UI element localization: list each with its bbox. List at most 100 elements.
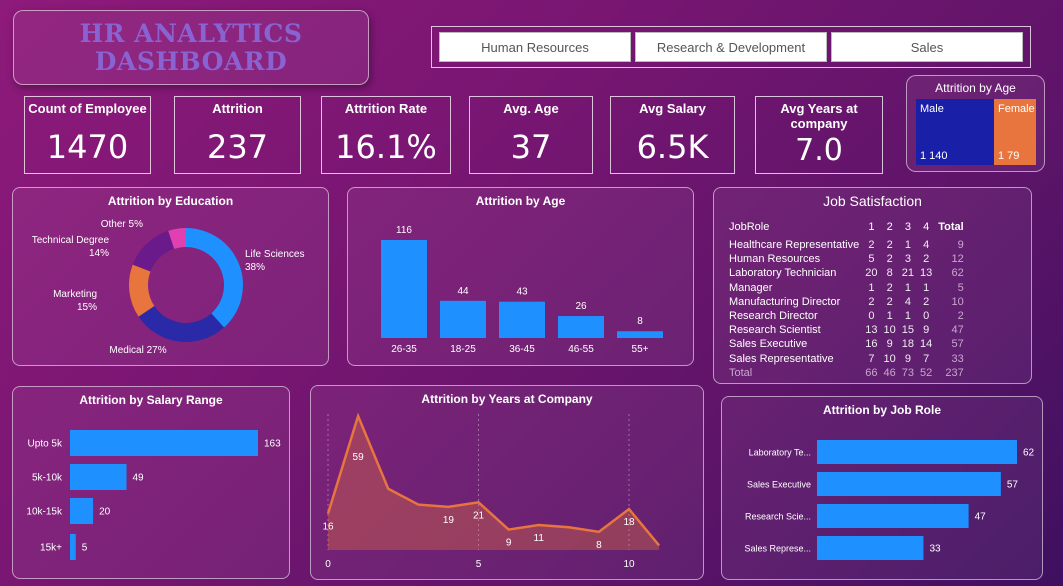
cell-value: 2 <box>886 253 893 266</box>
bar-value-label: 116 <box>396 225 412 236</box>
salary-bar-1[interactable] <box>70 464 127 490</box>
cell-value: 21 <box>901 267 914 280</box>
table-row: Sales Representative 7 10 9 7 33 <box>726 352 967 366</box>
x-tick-label: 0 <box>325 559 331 570</box>
cell-value: 9 <box>904 352 911 365</box>
cell-value: 13 <box>920 267 933 280</box>
table-row: Manager 1 2 1 1 5 <box>726 281 967 295</box>
job-role-bar-3[interactable] <box>817 536 924 560</box>
bar-value-label: 49 <box>133 473 145 484</box>
salary-bar-0[interactable] <box>70 430 258 456</box>
age-bar-18-25[interactable] <box>440 300 486 338</box>
job-role-bar-0[interactable] <box>817 440 1017 464</box>
treemap-male-tile[interactable]: Male 1 140 <box>916 99 994 165</box>
point-value-label: 19 <box>443 515 455 526</box>
bar-category-label: 5k-10k <box>32 473 63 484</box>
female-value: 1 79 <box>998 150 1020 162</box>
row-label: Human Resources <box>729 253 821 266</box>
education-donut-chart: Life Sciences 38% Medical 27% Marketing 15% T… <box>32 219 305 356</box>
age-bar-55+[interactable] <box>617 331 663 338</box>
total-value: 237 <box>945 366 964 379</box>
attrition-by-gender-card: Attrition by Age Male 1 140 Female 1 79 <box>906 75 1045 172</box>
donut-label: Marketing <box>53 289 97 300</box>
donut-slice-0[interactable] <box>186 228 243 328</box>
donut-label: 14% <box>89 248 109 259</box>
bar-category-label: 36-45 <box>509 344 535 355</box>
bar-value-label: 163 <box>264 439 281 450</box>
treemap-female-tile[interactable]: Female 1 79 <box>994 99 1036 165</box>
row-label: Manufacturing Director <box>729 295 841 308</box>
column-header[interactable]: 3 <box>899 216 917 238</box>
slicer-sales[interactable]: Sales <box>831 32 1023 62</box>
cell-value: 3 <box>904 253 911 266</box>
card-title: Attrition by Age <box>935 81 1016 95</box>
cell-value: 18 <box>901 338 914 351</box>
row-label: Sales Executive <box>729 338 808 351</box>
salary-bar-3[interactable] <box>70 534 76 560</box>
donut-label: Technical Degree <box>32 235 110 246</box>
bar-category-label: 15k+ <box>40 543 62 554</box>
kpi-value: 37 <box>510 128 552 166</box>
donut-slice-1[interactable] <box>138 306 225 342</box>
bar-value-label: 8 <box>637 316 643 327</box>
cell-value: 9 <box>886 338 893 351</box>
column-header-jobrole[interactable]: JobRole <box>726 216 862 238</box>
cell-value: 2 <box>868 239 875 252</box>
row-label: Manager <box>729 281 773 294</box>
bar-value-label: 5 <box>82 543 88 554</box>
bar-category-label: Upto 5k <box>28 439 63 450</box>
education-chart-card: Attrition by Education Life Sciences 38% M… <box>12 187 329 366</box>
donut-label: Other 5% <box>101 219 143 230</box>
kpi-label: Avg Salary <box>639 101 706 116</box>
donut-label: Life Sciences <box>245 249 304 260</box>
cell-value: 15 <box>901 324 914 337</box>
salary-bar-2[interactable] <box>70 498 94 524</box>
cell-value: 2 <box>886 295 893 308</box>
cell-value: 62 <box>951 267 964 280</box>
kpi-attrition-rate: Attrition Rate 16.1% <box>321 96 451 174</box>
male-label: Male <box>920 103 944 115</box>
salary-chart-card: Attrition by Salary Range Upto 5k 163 5k-1… <box>12 386 290 579</box>
cell-value: 2 <box>886 239 893 252</box>
column-header[interactable]: 1 <box>862 216 880 238</box>
dashboard-title-line1: HR ANALYTICS <box>79 18 303 48</box>
table-row: Sales Executive 16 9 18 14 57 <box>726 337 967 351</box>
bar-value-label: 47 <box>975 512 987 523</box>
point-value-label: 21 <box>473 510 485 521</box>
row-label: Research Scientist <box>729 324 821 337</box>
column-header[interactable]: Total <box>935 216 966 238</box>
table-row: Manufacturing Director 2 2 4 2 10 <box>726 295 967 309</box>
area-fill <box>328 416 660 550</box>
job-role-bar-2[interactable] <box>817 504 969 528</box>
age-bar-26-35[interactable] <box>381 240 427 338</box>
kpi-value: 237 <box>206 128 269 166</box>
kpi-label: Attrition Rate <box>344 101 428 116</box>
cell-value: 2 <box>886 281 893 294</box>
point-value-label: 18 <box>623 517 635 528</box>
total-value: 46 <box>883 366 896 379</box>
job-satisfaction-table: JobRole 1 2 3 4 Total Healthcare Representativ… <box>726 216 967 380</box>
total-value: 52 <box>920 366 933 379</box>
column-header[interactable]: 2 <box>881 216 899 238</box>
cell-value: 9 <box>957 239 964 252</box>
slicer-human-resources[interactable]: Human Resources <box>439 32 631 62</box>
job-role-bar-1[interactable] <box>817 472 1001 496</box>
donut-label: 38% <box>245 262 265 273</box>
cell-value: 1 <box>904 310 911 323</box>
job-role-chart-card: Attrition by Job Role Laboratory Te... 62… <box>721 396 1043 580</box>
bar-category-label: 10k-15k <box>26 507 63 518</box>
bar-value-label: 44 <box>457 286 469 297</box>
table-total-row: Total 66 46 73 52 237 <box>726 366 967 380</box>
column-header[interactable]: 4 <box>917 216 935 238</box>
age-bar-36-45[interactable] <box>499 301 545 338</box>
slicer-research-development[interactable]: Research & Development <box>635 32 827 62</box>
donut-slice-3[interactable] <box>132 230 175 272</box>
kpi-attrition: Attrition 237 <box>174 96 301 174</box>
total-label: Total <box>729 366 753 379</box>
cell-value: 8 <box>886 267 893 280</box>
cell-value: 1 <box>886 310 893 323</box>
kpi-avg-age: Avg. Age 37 <box>469 96 593 174</box>
table-row: Human Resources 5 2 3 2 12 <box>726 252 967 266</box>
kpi-label: Avg. Age <box>503 101 559 116</box>
age-bar-46-55[interactable] <box>558 316 604 338</box>
